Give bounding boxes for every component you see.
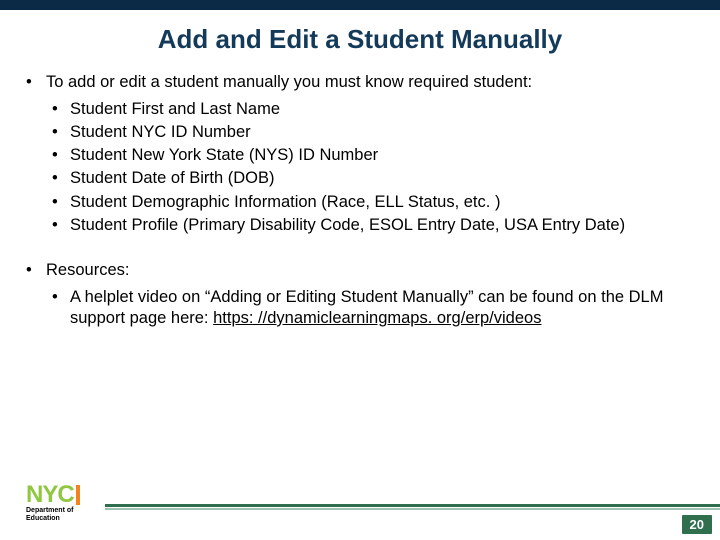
logo-brand: NYC — [26, 485, 80, 505]
req-text: Student First and Last Name — [70, 100, 280, 118]
resources-bullet: Resources: A helplet video on “Adding or… — [24, 260, 696, 329]
req-text: Student Profile (Primary Disability Code… — [70, 216, 625, 234]
logo-line2: Education — [26, 515, 80, 522]
req-text: Student NYC ID Number — [70, 123, 251, 141]
list-item: Student NYC ID Number — [46, 122, 696, 143]
resources-label: Resources: — [46, 261, 129, 279]
intro-text: To add or edit a student manually you mu… — [46, 73, 532, 91]
req-text: Student New York State (NYS) ID Number — [70, 146, 378, 164]
logo-accent-bar — [76, 485, 80, 505]
slide-footer: NYC Department of Education 20 — [0, 468, 720, 540]
list-item: Student First and Last Name — [46, 99, 696, 120]
requirements-list: Student First and Last Name Student NYC … — [46, 99, 696, 236]
intro-bullet: To add or edit a student manually you mu… — [24, 72, 696, 236]
footer-rule-light — [105, 508, 720, 510]
page-number: 20 — [682, 515, 712, 534]
top-accent-bar — [0, 0, 720, 10]
req-text: Student Date of Birth (DOB) — [70, 169, 275, 187]
list-item: Student Demographic Information (Race, E… — [46, 192, 696, 213]
logo-brand-text: NYC — [26, 481, 74, 508]
list-item: Student Date of Birth (DOB) — [46, 168, 696, 189]
list-item: Student New York State (NYS) ID Number — [46, 145, 696, 166]
slide: Add and Edit a Student Manually To add o… — [0, 0, 720, 540]
bullet-list-lvl1: To add or edit a student manually you mu… — [24, 72, 696, 329]
slide-title: Add and Edit a Student Manually — [0, 24, 720, 55]
list-item: A helplet video on “Adding or Editing St… — [46, 287, 696, 329]
slide-body: To add or edit a student manually you mu… — [24, 72, 696, 345]
logo-subtext: Department of Education — [26, 507, 80, 522]
footer-rule-dark — [105, 504, 720, 507]
resources-sublist: A helplet video on “Adding or Editing St… — [46, 287, 696, 329]
req-text: Student Demographic Information (Race, E… — [70, 193, 500, 211]
logo-line1: Department of — [26, 507, 80, 514]
resources-link[interactable]: https: //dynamiclearningmaps. org/erp/vi… — [213, 309, 541, 327]
list-item: Student Profile (Primary Disability Code… — [46, 215, 696, 236]
nyc-doe-logo: NYC Department of Education — [26, 485, 80, 522]
